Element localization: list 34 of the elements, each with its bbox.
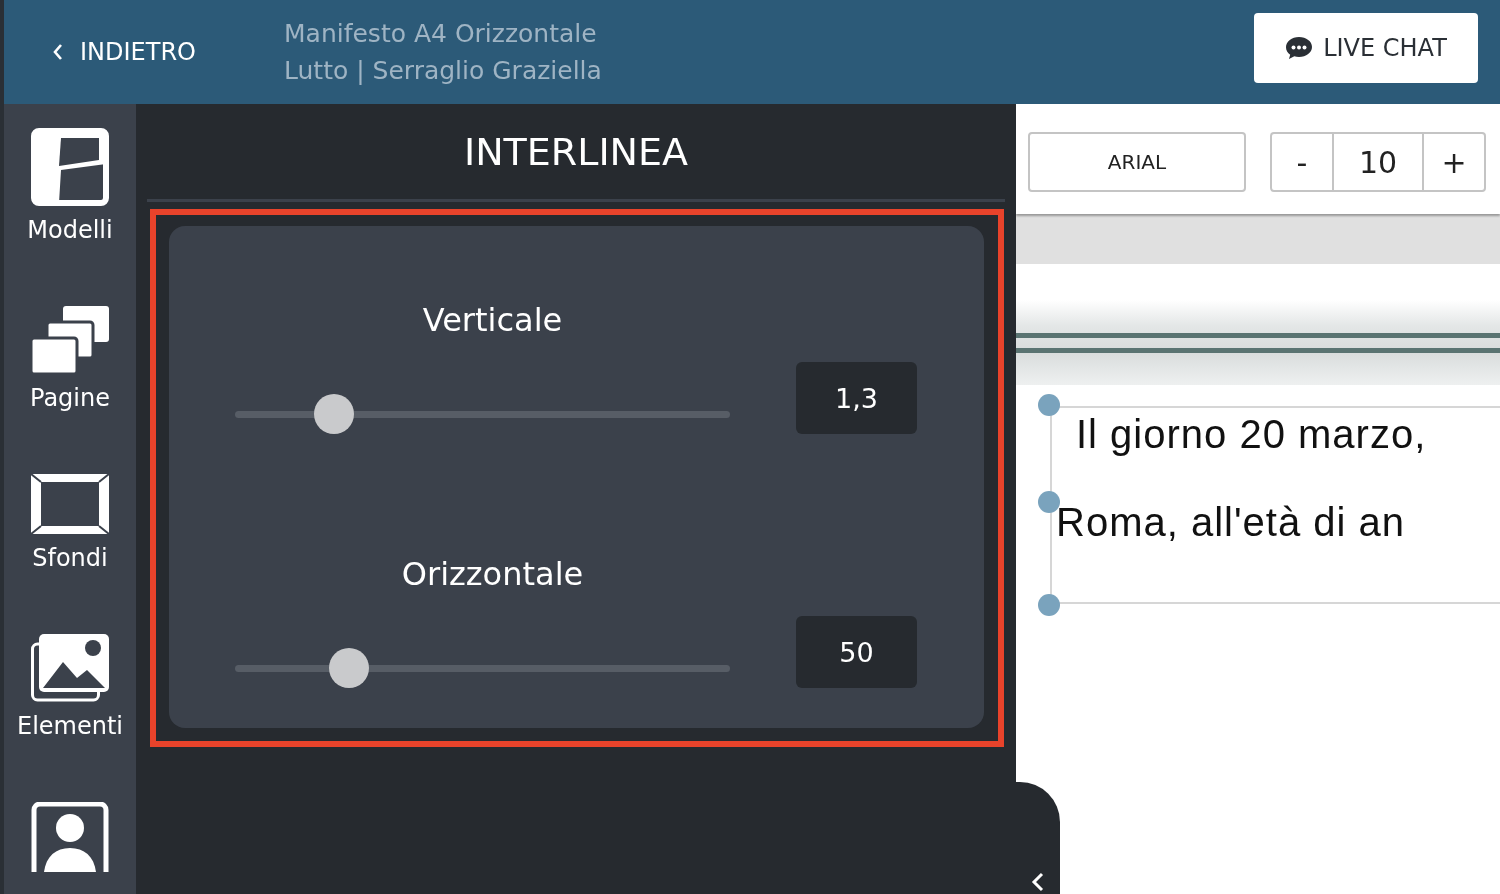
decrease-button[interactable]: - <box>1270 132 1334 192</box>
slider[interactable] <box>235 394 730 434</box>
value-field[interactable]: 1,3 <box>796 362 917 434</box>
slider[interactable] <box>235 648 730 688</box>
stacked-pages-icon <box>31 306 109 374</box>
sidebar-item[interactable]: Pagine <box>30 306 110 412</box>
image-icon <box>31 634 109 702</box>
increase-button[interactable]: + <box>1422 132 1486 192</box>
value-field[interactable]: 50 <box>796 616 917 688</box>
person-icon[interactable] <box>31 802 109 872</box>
chat-bubble-icon <box>1285 36 1314 60</box>
resize-handle[interactable] <box>1038 394 1060 416</box>
chevron-left-icon <box>52 43 64 61</box>
sidebar-item[interactable]: Sfondi <box>31 474 109 572</box>
text-line: Roma, all'età di an <box>1056 499 1407 546</box>
chevron-left-icon <box>1031 872 1045 892</box>
sidebar-item[interactable]: Elementi <box>17 634 123 740</box>
frame-icon <box>31 474 109 534</box>
document-subtitle: Lutto | Serraglio Graziella <box>284 56 603 85</box>
slider-label: Verticale <box>421 300 563 340</box>
resize-handle[interactable] <box>1038 491 1060 513</box>
font-button[interactable]: ARIAL <box>1028 132 1246 192</box>
live-chat-button[interactable]: LIVE CHAT <box>1254 13 1478 83</box>
slider-thumb[interactable] <box>314 394 354 434</box>
text-line: Il giorno 20 marzo, <box>1076 411 1428 458</box>
slider-thumb[interactable] <box>328 648 369 688</box>
panel-title: INTERLINEA <box>147 104 1005 202</box>
sidebar-item[interactable]: Modelli <box>27 128 113 244</box>
layout-icon <box>31 128 109 206</box>
slider-label: Orizzontale <box>400 554 584 594</box>
resize-handle[interactable] <box>1038 594 1060 616</box>
back-link[interactable]: INDIETRO <box>52 38 284 66</box>
font-size-field[interactable]: 10 <box>1334 132 1422 192</box>
document-title: Manifesto A4 Orizzontale <box>284 19 598 48</box>
